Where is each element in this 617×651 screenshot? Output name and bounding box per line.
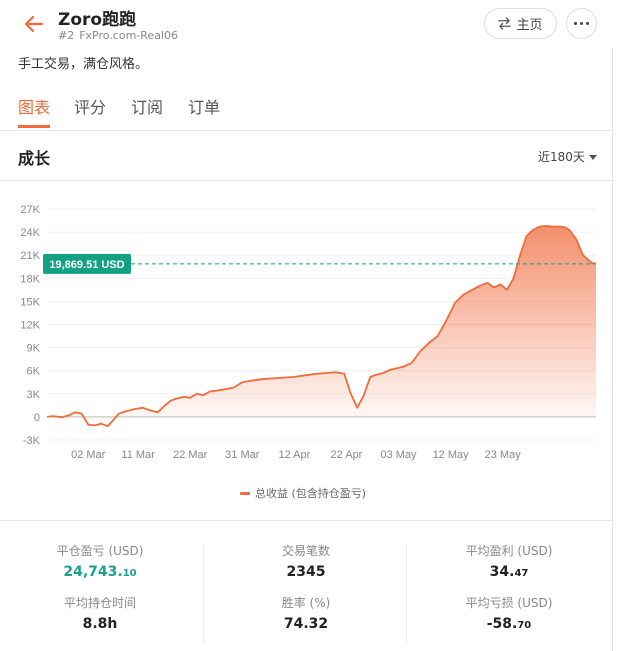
- stats-column-divider: [203, 544, 204, 644]
- stat-label: 平均亏损 (USD): [465, 596, 553, 610]
- active-tab-indicator: [18, 125, 50, 128]
- stat-avg-loss: 平均亏损 (USD) -58.70: [409, 594, 609, 632]
- tab-divider: [0, 130, 612, 131]
- stat-win-rate: 胜率 (%) 74.32: [206, 594, 406, 632]
- y-tick-label: 3K: [27, 389, 41, 401]
- x-tick-label: 23 May: [485, 449, 522, 461]
- x-tick-label: 22 Mar: [173, 449, 208, 461]
- stats-panel: 平仓盈亏 (USD) 24,743.10 交易笔数 2345 平均盈利 (USD…: [0, 532, 612, 651]
- y-tick-label: 27K: [20, 204, 40, 216]
- growth-chart: -3K 0 3K 6K 9K 12K 15K 18K 21K 24K 27K 02 Mar 11 Mar…: [20, 204, 597, 461]
- tab-bar: 图表 评分 订阅 订单: [0, 84, 617, 130]
- y-tick-label: 24K: [20, 227, 40, 239]
- stat-label: 平均盈利 (USD): [465, 544, 553, 558]
- stats-column-divider: [406, 544, 407, 644]
- stat-avg-profit: 平均盈利 (USD) 34.47: [409, 542, 609, 580]
- stat-value: 24,743.10: [63, 564, 137, 580]
- more-dot-icon: [574, 22, 577, 25]
- stat-label: 胜率 (%): [281, 596, 331, 610]
- y-tick-label: -3K: [23, 435, 41, 447]
- stat-value: 2345: [286, 564, 326, 580]
- x-tick-label: 22 Apr: [331, 449, 363, 461]
- more-dot-icon: [580, 22, 583, 25]
- period-label: 近180天: [538, 150, 585, 164]
- page: Zoro跑跑 #2 FxPro.com-Real06 主页 手工交易，满仓风格。 …: [0, 0, 617, 651]
- y-tick-label: 0: [34, 412, 40, 424]
- tab-subscribe[interactable]: 订阅: [131, 94, 163, 118]
- x-tick-label: 12 Apr: [278, 449, 310, 461]
- x-tick-label: 31 Mar: [225, 449, 260, 461]
- y-tick-label: 21K: [20, 250, 40, 262]
- account-info: #2 FxPro.com-Real06: [58, 29, 178, 42]
- legend-swatch: [240, 491, 250, 495]
- home-button-label: 主页: [516, 18, 543, 33]
- header-bar: Zoro跑跑 #2 FxPro.com-Real06 主页: [0, 0, 617, 48]
- x-tick-label: 11 Mar: [121, 449, 155, 461]
- caret-down-icon: [588, 155, 597, 160]
- stat-avg-hold-time: 平均持仓时间 8.8h: [0, 594, 200, 632]
- back-arrow-icon[interactable]: [22, 12, 46, 36]
- section-title: 成长: [18, 149, 51, 168]
- home-button[interactable]: 主页: [484, 8, 557, 39]
- panel-divider: [612, 48, 613, 651]
- stat-label: 平均持仓时间: [63, 596, 136, 610]
- broker-account: FxPro.com-Real06: [79, 29, 178, 42]
- strategy-description: 手工交易，满仓风格。: [18, 57, 149, 72]
- x-tick-label: 03 May: [380, 449, 417, 461]
- marker-label: 19,869.51 USD: [49, 259, 124, 271]
- more-options-button[interactable]: [566, 8, 597, 39]
- period-dropdown[interactable]: 近180天: [538, 148, 597, 165]
- tab-orders[interactable]: 订单: [188, 94, 220, 118]
- y-tick-label: 18K: [20, 273, 40, 285]
- legend-label: 总收益 (包含持仓盈亏): [255, 487, 367, 500]
- y-tick-label: 15K: [20, 296, 40, 308]
- stat-label: 交易笔数: [281, 544, 330, 558]
- x-tick-label: 02 Mar: [71, 449, 106, 461]
- section-divider: [0, 180, 612, 181]
- stats-divider: [0, 520, 612, 521]
- tab-rating[interactable]: 评分: [74, 94, 106, 118]
- swap-icon: [498, 17, 512, 30]
- stat-closed-pnl: 平仓盈亏 (USD) 24,743.10: [0, 542, 200, 580]
- tab-chart[interactable]: 图表: [18, 94, 50, 118]
- y-tick-label: 6K: [27, 366, 41, 378]
- y-tick-label: 9K: [27, 343, 41, 355]
- more-dot-icon: [586, 22, 589, 25]
- stat-value: -58.70: [486, 616, 532, 632]
- y-tick-label: 12K: [20, 320, 40, 332]
- trader-name: Zoro跑跑: [58, 10, 137, 30]
- x-tick-label: 12 May: [433, 449, 470, 461]
- stat-trade-count: 交易笔数 2345: [206, 542, 406, 580]
- chart-legend[interactable]: 总收益 (包含持仓盈亏): [240, 485, 366, 501]
- stat-value: 8.8h: [82, 616, 118, 632]
- stat-value: 74.32: [283, 616, 329, 632]
- stat-value: 34.47: [489, 564, 529, 580]
- rank-badge: #2: [58, 29, 75, 42]
- stat-label: 平仓盈亏 (USD): [56, 544, 144, 558]
